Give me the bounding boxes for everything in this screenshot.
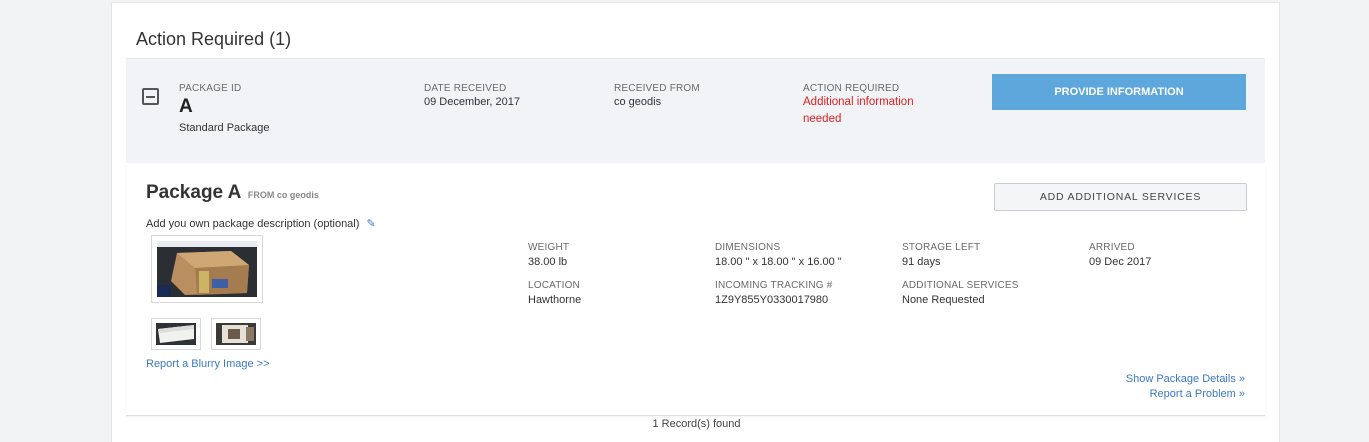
storage-left-label: STORAGE LEFT — [902, 242, 981, 253]
package-title: Package A FROM co geodis — [146, 182, 319, 204]
package-name: Package A — [146, 182, 242, 203]
show-package-details-link[interactable]: Show Package Details » — [1126, 373, 1245, 385]
storage-left-value: 91 days — [902, 256, 941, 268]
package-from: FROM co geodis — [247, 190, 319, 200]
dimensions-value: 18.00 " x 18.00 " x 16.00 " — [715, 256, 842, 268]
arrived-label: ARRIVED — [1089, 242, 1135, 253]
section-title: Action Required (1) — [136, 29, 292, 49]
package-detail-card: Package A FROM co geodis ADD ADDITIONAL … — [126, 163, 1265, 416]
location-label: LOCATION — [528, 280, 580, 291]
received-from-label: RECEIVED FROM — [614, 83, 700, 94]
dimensions-label: DIMENSIONS — [715, 242, 781, 253]
package-photo-image — [157, 241, 257, 297]
report-problem-link[interactable]: Report a Problem » — [1150, 388, 1245, 400]
package-photo-thumb-2[interactable] — [211, 318, 261, 350]
incoming-tracking-label: INCOMING TRACKING # — [715, 280, 833, 291]
package-id-label: PACKAGE ID — [179, 83, 242, 94]
additional-services-label: ADDITIONAL SERVICES — [902, 280, 1019, 291]
report-blurry-image-link[interactable]: Report a Blurry Image >> — [146, 358, 270, 370]
received-from-value: co geodis — [614, 96, 662, 108]
package-photo-thumb-1[interactable] — [151, 318, 201, 350]
add-additional-services-button[interactable]: ADD ADDITIONAL SERVICES — [994, 183, 1247, 211]
incoming-tracking-value: 1Z9Y855Y0330017980 — [715, 294, 829, 306]
location-value: Hawthorne — [528, 294, 582, 306]
action-required-value: Additional information needed — [803, 96, 914, 125]
package-photo-main[interactable] — [151, 235, 263, 303]
action-required-label: ACTION REQUIRED — [803, 83, 900, 94]
weight-value: 38.00 lb — [528, 256, 568, 268]
weight-label: WEIGHT — [528, 242, 570, 253]
thumb-2-image — [216, 323, 256, 345]
package-type: Standard Package — [179, 122, 270, 134]
date-received-label: DATE RECEIVED — [424, 83, 507, 94]
minus-square-icon[interactable] — [142, 88, 159, 105]
action-required-panel: Action Required (1) PACKAGE ID A Standar… — [111, 2, 1280, 442]
package-description-prompt[interactable]: Add you own package description (optiona… — [146, 217, 376, 230]
package-summary-row: PACKAGE ID A Standard Package DATE RECEI… — [126, 58, 1265, 163]
records-found-count: 1 Record(s) found — [652, 418, 741, 430]
package-id-value: A — [179, 96, 193, 117]
pencil-icon[interactable]: ✎ — [366, 217, 375, 230]
provide-information-button[interactable]: PROVIDE INFORMATION — [992, 74, 1246, 110]
description-prompt-text: Add you own package description (optiona… — [146, 218, 360, 230]
thumb-1-image — [156, 323, 196, 345]
additional-services-value: None Requested — [902, 294, 985, 306]
date-received-value: 09 December, 2017 — [424, 96, 521, 108]
arrived-value: 09 Dec 2017 — [1089, 256, 1152, 268]
